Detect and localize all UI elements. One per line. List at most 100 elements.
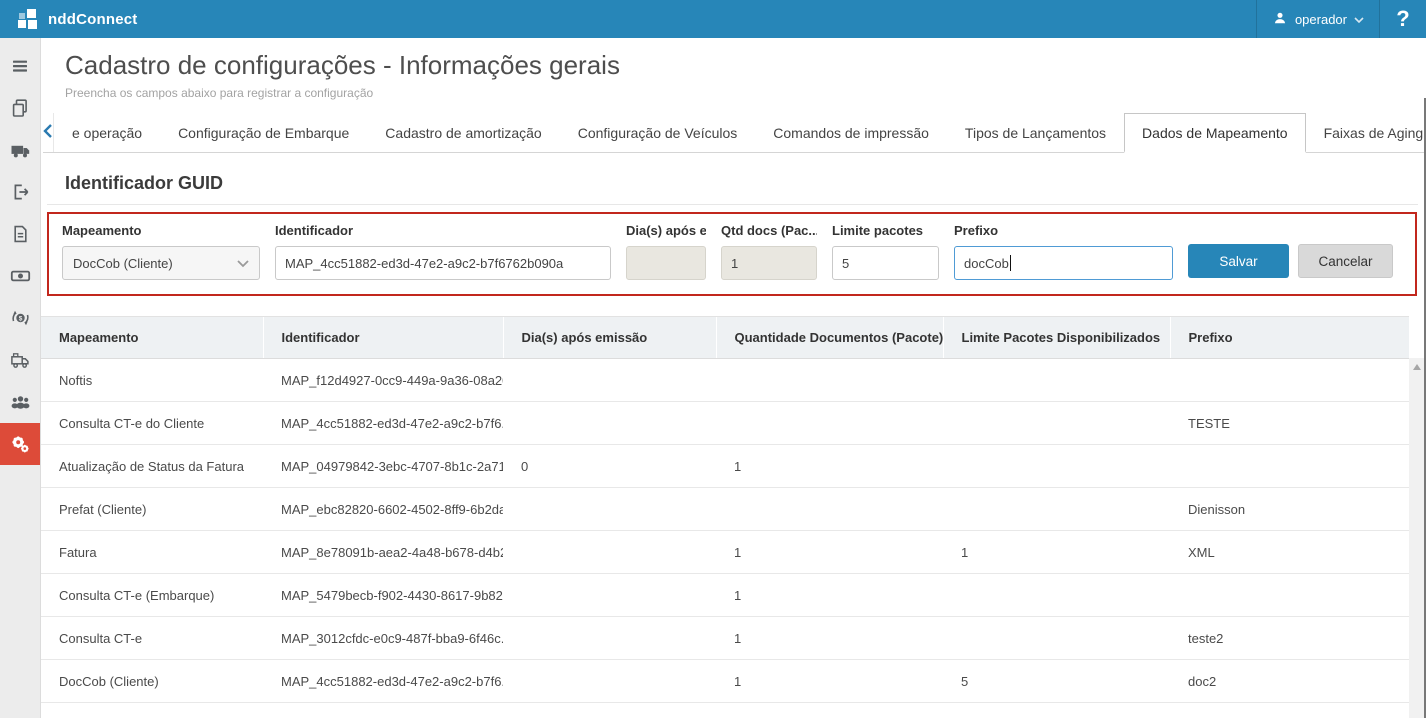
table-cell: 1 bbox=[716, 531, 943, 574]
prefixo-label: Prefixo bbox=[954, 223, 1173, 238]
column-header-prefixo[interactable]: Prefixo bbox=[1170, 317, 1409, 359]
table-cell bbox=[943, 359, 1170, 402]
save-button[interactable]: Salvar bbox=[1188, 244, 1289, 278]
limite-pacotes-input[interactable] bbox=[832, 246, 939, 280]
identificador-input[interactable] bbox=[275, 246, 611, 280]
tab-scroll-left-button[interactable] bbox=[43, 113, 54, 152]
top-bar: nddConnect operador ? bbox=[0, 0, 1426, 38]
dias-apos-label: Dia(s) após e... bbox=[626, 223, 706, 238]
user-menu[interactable]: operador bbox=[1256, 0, 1380, 38]
table-cell bbox=[716, 488, 943, 531]
tab-bar: e operaçãoConfiguração de EmbarqueCadast… bbox=[43, 113, 1424, 153]
prefixo-input[interactable]: docCob bbox=[954, 246, 1173, 280]
table-row[interactable]: Prefat (Cliente)MAP_ebc82820-6602-4502-8… bbox=[41, 488, 1409, 531]
sidebar-item-money[interactable] bbox=[0, 255, 40, 297]
table-cell bbox=[503, 574, 716, 617]
section-divider bbox=[47, 204, 1418, 205]
truck-icon bbox=[10, 140, 31, 160]
chevron-down-icon bbox=[1354, 12, 1364, 27]
tab-configura-o-de-ve-culos[interactable]: Configuração de Veículos bbox=[560, 113, 756, 152]
prefixo-value: docCob bbox=[964, 256, 1009, 271]
gears-icon bbox=[10, 434, 31, 455]
table-cell: MAP_ebc82820-6602-4502-8ff9-6b2da... bbox=[263, 488, 503, 531]
document-icon bbox=[10, 224, 30, 244]
table-row[interactable]: DocCob (Cliente)MAP_4cc51882-ed3d-47e2-a… bbox=[41, 660, 1409, 703]
chevron-down-icon bbox=[237, 256, 249, 271]
money-icon bbox=[10, 266, 31, 286]
limite-pacotes-label: Limite pacotes bbox=[832, 223, 939, 238]
sidebar-item-export[interactable] bbox=[0, 171, 40, 213]
column-header-identificador[interactable]: Identificador bbox=[263, 317, 503, 359]
table-row[interactable]: Consulta CT-e (Embarque)MAP_5479becb-f90… bbox=[41, 574, 1409, 617]
sidebar-item-document[interactable] bbox=[0, 213, 40, 255]
table-cell: doc2 bbox=[1170, 660, 1409, 703]
tab-configura-o-de-embarque[interactable]: Configuração de Embarque bbox=[160, 113, 367, 152]
qtd-docs-input bbox=[721, 246, 817, 280]
table-row[interactable]: NoftisMAP_f12d4927-0cc9-449a-9a36-08a20.… bbox=[41, 359, 1409, 402]
tab-comandos-de-impress-o[interactable]: Comandos de impressão bbox=[755, 113, 947, 152]
column-header-quantidade-documentos-pacote[interactable]: Quantidade Documentos (Pacote) bbox=[716, 317, 943, 359]
table-row[interactable]: Consulta CT-eMAP_3012cfdc-e0c9-487f-bba9… bbox=[41, 617, 1409, 660]
table-cell: 1 bbox=[716, 617, 943, 660]
column-header-limite-pacotes-disponibilizados[interactable]: Limite Pacotes Disponibilizados bbox=[943, 317, 1170, 359]
table-cell: MAP_3012cfdc-e0c9-487f-bba9-6f46c... bbox=[263, 617, 503, 660]
sidebar-item-settings[interactable] bbox=[0, 423, 40, 465]
table-cell: Dienisson bbox=[1170, 488, 1409, 531]
tab-e-opera-o[interactable]: e operação bbox=[54, 113, 160, 152]
sidebar-item-documents[interactable] bbox=[0, 87, 40, 129]
section-heading: Identificador GUID bbox=[65, 173, 1402, 194]
tab-dados-de-mapeamento[interactable]: Dados de Mapeamento bbox=[1124, 113, 1306, 153]
identificador-label: Identificador bbox=[275, 223, 611, 238]
table-cell bbox=[943, 617, 1170, 660]
users-icon bbox=[10, 392, 31, 412]
table-cell: 1 bbox=[716, 660, 943, 703]
ndd-logo-icon bbox=[18, 9, 40, 30]
text-caret bbox=[1010, 255, 1011, 271]
menu-icon bbox=[10, 56, 30, 76]
column-header-dia-s-ap-s-emiss-o[interactable]: Dia(s) após emissão bbox=[503, 317, 716, 359]
table-cell: TESTE bbox=[1170, 402, 1409, 445]
table-cell: MAP_f12d4927-0cc9-449a-9a36-08a20... bbox=[263, 359, 503, 402]
scroll-up-arrow-icon[interactable] bbox=[1413, 364, 1421, 370]
sidebar-item-money-sync[interactable]: $ bbox=[0, 297, 40, 339]
column-header-mapeamento[interactable]: Mapeamento bbox=[41, 317, 263, 359]
cancel-button[interactable]: Cancelar bbox=[1298, 244, 1393, 278]
table-row[interactable]: FaturaMAP_8e78091b-aea2-4a48-b678-d4b2..… bbox=[41, 531, 1409, 574]
table-cell: MAP_8e78091b-aea2-4a48-b678-d4b2... bbox=[263, 531, 503, 574]
table-cell: 5 bbox=[943, 660, 1170, 703]
money-sync-icon: $ bbox=[10, 308, 31, 328]
brand-name: nddConnect bbox=[48, 11, 138, 28]
table-cell bbox=[503, 531, 716, 574]
table-row[interactable]: Consulta CT-e do ClienteMAP_4cc51882-ed3… bbox=[41, 402, 1409, 445]
table-cell: Fatura bbox=[41, 531, 263, 574]
table-cell: MAP_4cc51882-ed3d-47e2-a9c2-b7f6... bbox=[263, 402, 503, 445]
table-cell: DocCob (Cliente) bbox=[41, 660, 263, 703]
tab-faixas-de-aging[interactable]: Faixas de Aging bbox=[1306, 113, 1426, 152]
table-cell bbox=[503, 402, 716, 445]
mapeamento-select[interactable]: DocCob (Cliente) bbox=[62, 246, 260, 280]
user-name: operador bbox=[1295, 12, 1347, 27]
guid-form: Mapeamento DocCob (Cliente) Identificado… bbox=[47, 212, 1417, 296]
table-cell: 1 bbox=[716, 574, 943, 617]
mapeamento-value: DocCob (Cliente) bbox=[73, 256, 173, 271]
page-subtitle: Preencha os campos abaixo para registrar… bbox=[65, 86, 1426, 100]
sidebar-item-truck[interactable] bbox=[0, 129, 40, 171]
dias-apos-input bbox=[626, 246, 706, 280]
table-cell bbox=[503, 617, 716, 660]
table-cell: XML bbox=[1170, 531, 1409, 574]
page-title: Cadastro de configurações - Informações … bbox=[65, 50, 1426, 81]
table-cell bbox=[943, 488, 1170, 531]
sidebar-item-delivery[interactable] bbox=[0, 339, 40, 381]
sidebar-item-users[interactable] bbox=[0, 381, 40, 423]
table-row[interactable]: Atualização de Status da FaturaMAP_04979… bbox=[41, 445, 1409, 488]
mapeamento-label: Mapeamento bbox=[62, 223, 260, 238]
tab-cadastro-de-amortiza-o[interactable]: Cadastro de amortização bbox=[367, 113, 559, 152]
sidebar-item-menu[interactable] bbox=[0, 45, 40, 87]
help-button[interactable]: ? bbox=[1380, 0, 1426, 38]
copy-icon bbox=[10, 98, 30, 118]
export-icon bbox=[10, 182, 30, 202]
table-cell: MAP_5479becb-f902-4430-8617-9b82... bbox=[263, 574, 503, 617]
tab-tipos-de-lan-amentos[interactable]: Tipos de Lançamentos bbox=[947, 113, 1124, 152]
table-cell bbox=[1170, 445, 1409, 488]
table-cell bbox=[503, 359, 716, 402]
